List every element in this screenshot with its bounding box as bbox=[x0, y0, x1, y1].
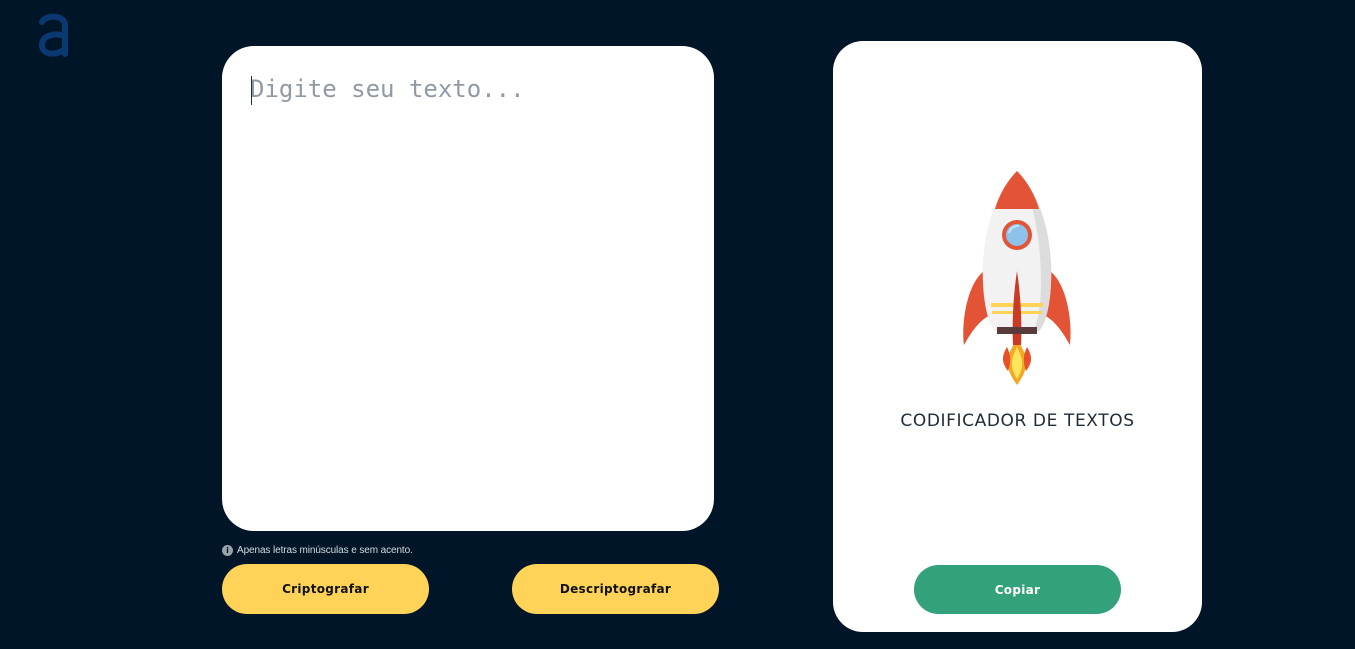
text-input[interactable] bbox=[250, 72, 690, 502]
alura-logo-icon[interactable] bbox=[37, 12, 71, 58]
hint-text: Apenas letras minúsculas e sem acento. bbox=[237, 544, 413, 556]
input-hint: i Apenas letras minúsculas e sem acento. bbox=[222, 543, 413, 557]
decrypt-button[interactable]: Descriptografar bbox=[512, 564, 719, 614]
rocket-icon bbox=[963, 171, 1071, 385]
copy-button[interactable]: Copiar bbox=[914, 565, 1121, 614]
info-icon: i bbox=[222, 544, 233, 556]
output-card: CODIFICADOR DE TEXTOS Copiar bbox=[833, 41, 1202, 632]
input-card bbox=[222, 46, 714, 531]
output-title: CODIFICADOR DE TEXTOS bbox=[900, 411, 1135, 431]
encrypt-button[interactable]: Criptografar bbox=[222, 564, 429, 614]
text-cursor bbox=[251, 76, 252, 105]
